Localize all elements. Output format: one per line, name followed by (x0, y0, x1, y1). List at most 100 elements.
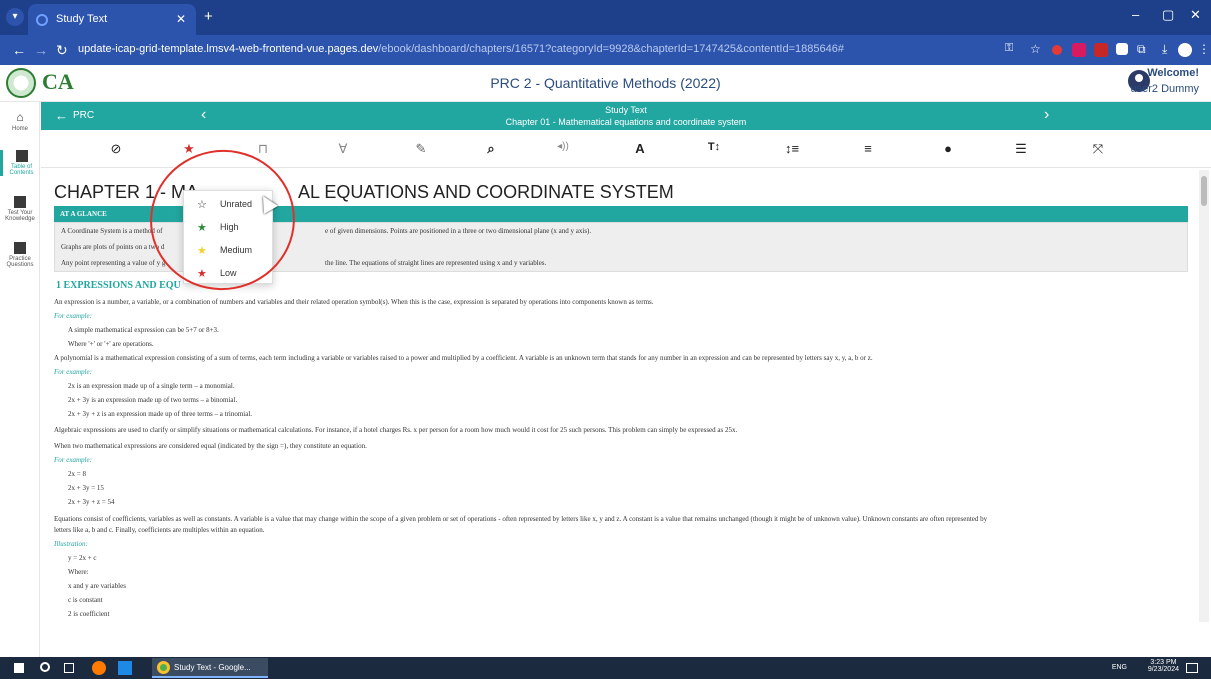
example-toggle[interactable]: For example: (54, 312, 92, 320)
paragraph: An expression is a number, a variable, o… (54, 298, 654, 306)
page-title: PRC 2 - Quantitative Methods (2022) (490, 75, 721, 91)
extension-white-icon[interactable] (1116, 43, 1128, 55)
equation: 2x + 3y + z = 54 (68, 498, 115, 506)
paragraph: 2x is an expression made up of a single … (68, 382, 235, 390)
chapter-heading-right: AL EQUATIONS AND COORDINATE SYSTEM (298, 182, 674, 202)
equation: 2x + 3y = 15 (68, 484, 104, 492)
taskbar-chrome-task[interactable]: Study Text - Google... (152, 658, 268, 678)
font-icon[interactable]: A (630, 141, 650, 156)
search-icon[interactable]: ⌕ (481, 141, 501, 157)
chapter-title: Chapter 01 - Mathematical equations and … (505, 117, 747, 127)
reload-icon[interactable]: ↻ (56, 42, 68, 59)
browser-tab[interactable]: Study Text ✕ (28, 4, 196, 35)
equation: y = 2x + c (68, 554, 97, 562)
paragraph: A simple mathematical expression can be … (68, 326, 219, 334)
extension-red-icon[interactable] (1094, 43, 1108, 57)
tab-search-icon[interactable]: ▾ (6, 8, 24, 26)
extension-icon[interactable] (1052, 45, 1062, 55)
language-indicator[interactable]: ENG (1112, 664, 1127, 671)
glance-line: Any point representing a value of y g (61, 259, 166, 267)
document-icon (14, 242, 26, 254)
bookmark-star-icon[interactable]: ☆ (1030, 42, 1041, 56)
sidebar-item-table-of-contents[interactable]: Table of Contents (0, 150, 40, 176)
paragraph: When two mathematical expressions are co… (54, 442, 367, 450)
task-view-icon[interactable] (64, 663, 74, 673)
bookmark-icon[interactable]: ⊓ (253, 141, 273, 157)
table-of-contents-icon (15, 150, 28, 162)
browser-menu-icon[interactable]: ⋮ (1198, 42, 1210, 56)
paragraph: Algebraic expressions are used to clarif… (54, 426, 738, 434)
checklist-icon[interactable]: ☰ (1011, 141, 1031, 157)
glance-line: e of given dimensions. Points are positi… (325, 227, 592, 235)
sidebar-item-home[interactable]: ⌂ Home (0, 110, 40, 132)
windows-taskbar: Study Text - Google... ENG 3:23 PM 9/23/… (0, 657, 1211, 679)
maximize-icon[interactable]: ▢ (1162, 7, 1174, 23)
section-heading: 1 EXPRESSIONS AND EQU (56, 280, 181, 291)
paragraph: 2x + 3y is an expression made up of two … (68, 396, 238, 404)
equation: 2x = 8 (68, 470, 86, 478)
taskbar-task-label: Study Text - Google... (174, 663, 251, 672)
chrome-icon (157, 661, 170, 674)
check-circle-icon[interactable]: ⊘ (106, 141, 126, 157)
section-title: Study Text (605, 105, 647, 115)
content-scrollbar[interactable] (1199, 170, 1209, 622)
example-toggle[interactable]: For example: (54, 456, 92, 464)
example-toggle[interactable]: For example: (54, 368, 92, 376)
paragraph: Where: (68, 568, 89, 576)
line-spacing-icon[interactable]: ↕≡ (782, 141, 802, 156)
profile-icon[interactable] (1178, 43, 1192, 57)
adblock-extension-icon[interactable] (1072, 43, 1086, 57)
text-size-icon[interactable]: T↕ (704, 141, 724, 153)
paragraph: c is constant (68, 596, 103, 604)
sidebar-item-label: Home (11, 126, 28, 132)
address-bar: ← → ↻ update-icap-grid-template.lmsv4-we… (0, 35, 1211, 65)
paragraph: 2 is coefficient (68, 610, 110, 618)
extensions-puzzle-icon[interactable]: ⧉ (1137, 42, 1146, 57)
url-host: update-icap-grid-template.lmsv4-web-fron… (78, 43, 379, 55)
illustration-toggle[interactable]: Illustration: (54, 540, 88, 548)
forward-icon[interactable]: → (34, 42, 48, 58)
download-icon[interactable]: ⤓ (1162, 42, 1167, 57)
sidebar-item-test-your-knowledge[interactable]: Test Your Knowledge (0, 196, 40, 222)
key-icon[interactable]: ⚿ (1005, 42, 1013, 55)
align-icon[interactable]: ≡ (858, 141, 878, 156)
fullscreen-icon[interactable]: ⤧ (1088, 141, 1108, 157)
new-tab-icon[interactable]: + (204, 8, 213, 25)
book-icon (14, 196, 26, 208)
sidebar-item-practice-questions[interactable]: Practice Questions (0, 242, 40, 268)
minimize-icon[interactable]: – (1132, 7, 1139, 22)
glance-line: A Coordinate System is a method of (61, 227, 163, 235)
chapter-heading: CHAPTER 1 - MA AL EQUATIONS AND COORDINAT… (54, 182, 674, 203)
audio-icon[interactable]: ◂)) (553, 141, 573, 152)
firefox-icon[interactable] (92, 661, 106, 675)
close-window-icon[interactable]: ✕ (1190, 7, 1201, 23)
highlighter-icon[interactable]: ∀ (333, 141, 353, 157)
url-field[interactable]: update-icap-grid-template.lmsv4-web-fron… (78, 43, 844, 55)
close-tab-icon[interactable]: ✕ (176, 12, 186, 26)
paragraph: 2x + 3y + z is an expression made up of … (68, 410, 253, 418)
lightbulb-icon[interactable]: ● (938, 141, 958, 156)
tab-favicon-icon (36, 14, 48, 26)
paragraph: Where '+' or '+' are operations. (68, 340, 154, 348)
edit-note-icon[interactable]: ✎ (411, 141, 431, 157)
taskbar-search-icon[interactable] (40, 662, 50, 672)
paragraph: A polynomial is a mathematical expressio… (54, 354, 873, 362)
paragraph: Equations consist of coefficients, varia… (54, 515, 988, 523)
clock-date: 9/23/2024 (1147, 666, 1179, 673)
welcome-text: Welcome! (1147, 67, 1199, 79)
app-header: CA PRC 2 - Quantitative Methods (2022) W… (0, 65, 1211, 102)
sidebar-item-label: Practice Questions (6, 256, 34, 268)
url-path: /ebook/dashboard/chapters/16571?category… (378, 43, 844, 55)
left-sidebar: ⌂ Home Table of Contents Test Your Knowl… (0, 102, 40, 657)
notification-icon[interactable] (1186, 663, 1198, 673)
windows-start-icon[interactable] (14, 663, 24, 673)
scrollbar-thumb[interactable] (1201, 176, 1207, 206)
taskbar-clock[interactable]: 3:23 PM 9/23/2024 (1148, 659, 1179, 673)
home-icon: ⌂ (16, 110, 24, 124)
next-chapter-icon[interactable]: › (1044, 106, 1049, 124)
clock-time: 3:23 PM (1150, 659, 1177, 666)
back-icon[interactable]: ← (12, 42, 26, 58)
sidebar-item-label: Test Your Knowledge (5, 210, 35, 222)
outlook-icon[interactable] (118, 661, 132, 675)
glance-line: the line. The equations of straight line… (325, 259, 547, 267)
